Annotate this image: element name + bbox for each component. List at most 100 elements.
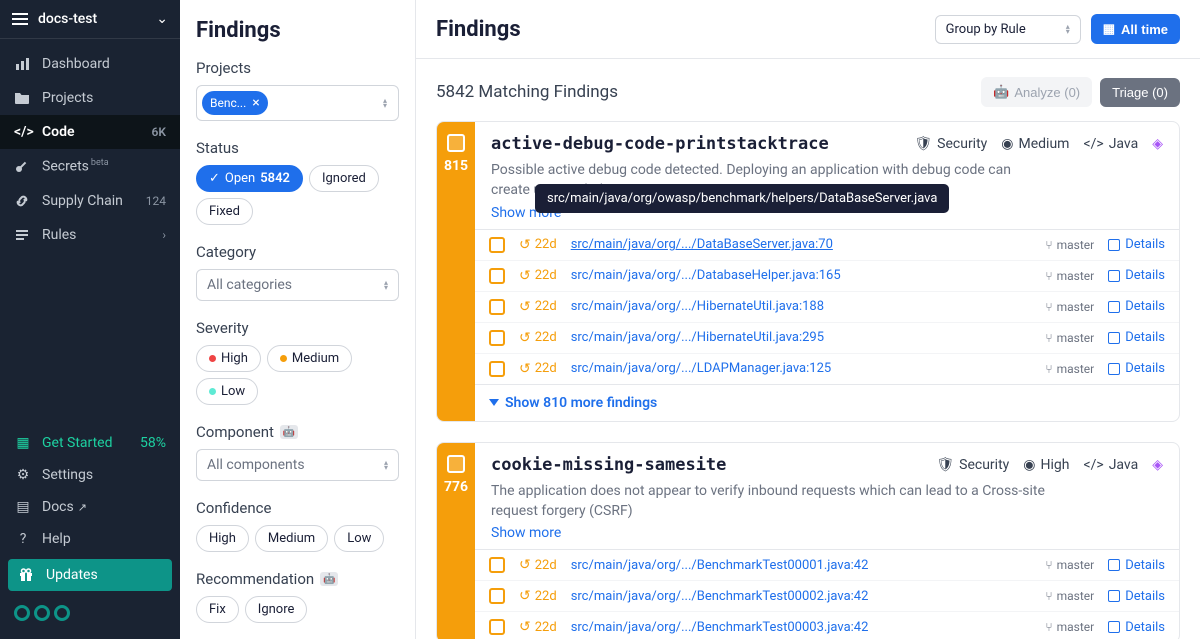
finding-checkbox[interactable] <box>447 134 465 152</box>
row-file-path[interactable]: src/main/java/org/.../HibernateUtil.java… <box>571 299 1046 314</box>
row-checkbox[interactable] <box>489 588 505 604</box>
select-placeholder: All components <box>207 457 305 473</box>
history-icon: ↺ <box>519 361 531 377</box>
row-checkbox[interactable] <box>489 237 505 253</box>
branch-icon: ⑂ <box>1045 269 1052 283</box>
code-icon: </> <box>1083 136 1103 152</box>
row-file-path[interactable]: src/main/java/org/.../LDAPManager.java:1… <box>571 361 1046 376</box>
box-icon <box>1108 559 1120 571</box>
rec-fix-chip[interactable]: Fix <box>196 596 239 623</box>
row-checkbox[interactable] <box>489 361 505 377</box>
hamburger-icon[interactable] <box>12 10 28 28</box>
row-checkbox[interactable] <box>489 268 505 284</box>
results-header: 5842 Matching Findings 🤖 Analyze (0) Tri… <box>436 77 1180 107</box>
row-checkbox[interactable] <box>489 330 505 346</box>
rec-ignore-chip[interactable]: Ignore <box>245 596 308 623</box>
row-checkbox[interactable] <box>489 619 505 635</box>
footer-docs[interactable]: ▤ Docs ↗ <box>0 491 180 523</box>
row-branch: ⑂master <box>1045 300 1094 314</box>
status-fixed-chip[interactable]: Fixed <box>196 198 253 225</box>
confidence-low-chip[interactable]: Low <box>334 525 384 552</box>
branch-icon: ⑂ <box>1045 589 1052 603</box>
projects-select[interactable]: Benc... × ▴▾ <box>196 85 399 121</box>
sidebar-footer: ▦ Get Started 58% ⚙ Settings ▤ Docs ↗ ? … <box>0 427 180 639</box>
branch-icon: ⑂ <box>1045 620 1052 634</box>
shield-icon: 🛡 <box>914 136 932 152</box>
finding-head: cookie-missing-samesite 🛡Security ◉High … <box>475 443 1179 550</box>
sidebar: docs-test ⌄ Dashboard Projects </> Code … <box>0 0 180 639</box>
chip-label: Ignored <box>322 171 366 186</box>
row-checkbox[interactable] <box>489 299 505 315</box>
row-file-path[interactable]: src/main/java/org/.../HibernateUtil.java… <box>571 330 1046 345</box>
group-by-select[interactable]: Group by Rule ▴▾ <box>935 15 1081 44</box>
row-age: 22d <box>535 589 557 604</box>
row-file-path[interactable]: src/main/java/org/.../DataBaseServer.jav… <box>571 237 1046 252</box>
finding-head: active-debug-code-printstacktrace 🛡Secur… <box>475 122 1179 229</box>
show-more-link[interactable]: Show more <box>491 525 561 541</box>
robot-icon: 🤖 <box>320 572 338 586</box>
confidence-medium-chip[interactable]: Medium <box>255 525 328 552</box>
analyze-button[interactable]: 🤖 Analyze (0) <box>981 77 1092 107</box>
finding-count: 776 <box>444 479 468 495</box>
row-file-path[interactable]: src/main/java/org/.../DatabaseHelper.jav… <box>571 268 1046 283</box>
external-link-icon: ↗ <box>78 501 87 514</box>
chevron-down-icon[interactable]: ⌄ <box>156 11 168 27</box>
all-time-button[interactable]: ▦ All time <box>1091 14 1180 44</box>
finding-checkbox[interactable] <box>447 455 465 473</box>
row-file-path[interactable]: src/main/java/org/.../BenchmarkTest00003… <box>571 620 1046 635</box>
nav-dashboard[interactable]: Dashboard <box>0 47 180 81</box>
dot-icon <box>209 355 216 362</box>
finding-meta: 🛡Security ◉Medium </>Java ◈ <box>914 136 1163 152</box>
component-select[interactable]: All components ▴▾ <box>196 449 399 481</box>
finding-row: ↺ 22d src/main/java/org/.../HibernateUti… <box>475 322 1179 353</box>
nav-code[interactable]: </> Code 6K <box>0 115 180 149</box>
severity-medium-chip[interactable]: Medium <box>267 345 352 372</box>
select-chevron-icon[interactable]: ▴▾ <box>383 98 393 108</box>
row-branch: ⑂master <box>1045 620 1094 634</box>
project-chip[interactable]: Benc... × <box>202 91 268 115</box>
chip-count: 5842 <box>260 171 290 186</box>
footer-help[interactable]: ? Help <box>0 523 180 555</box>
status-ignored-chip[interactable]: Ignored <box>309 165 379 192</box>
row-details-link[interactable]: Details <box>1108 330 1165 345</box>
footer-settings[interactable]: ⚙ Settings <box>0 459 180 491</box>
calendar-icon: ▦ <box>1103 21 1115 37</box>
row-details-link[interactable]: Details <box>1108 620 1165 635</box>
row-details-link[interactable]: Details <box>1108 237 1165 252</box>
row-file-path[interactable]: src/main/java/org/.../BenchmarkTest00001… <box>571 558 1046 573</box>
nav-rules[interactable]: Rules › <box>0 218 180 252</box>
nav-projects[interactable]: Projects <box>0 81 180 115</box>
row-details-link[interactable]: Details <box>1108 299 1165 314</box>
sidebar-header[interactable]: docs-test ⌄ <box>0 0 180 39</box>
footer-updates[interactable]: Updates <box>8 559 172 591</box>
branch-icon: ⑂ <box>1045 238 1052 252</box>
triage-button[interactable]: Triage (0) <box>1100 78 1180 107</box>
list-icon <box>14 228 32 242</box>
show-more-findings[interactable]: Show 810 more findings <box>475 384 1179 421</box>
confidence-high-chip[interactable]: High <box>196 525 249 552</box>
finding-count: 815 <box>444 158 468 174</box>
finding-card: 815 active-debug-code-printstacktrace 🛡S… <box>436 121 1180 422</box>
severity-low-chip[interactable]: Low <box>196 378 258 405</box>
row-details-link[interactable]: Details <box>1108 558 1165 573</box>
footer-get-started[interactable]: ▦ Get Started 58% <box>0 427 180 459</box>
chip-remove-icon[interactable]: × <box>252 95 259 111</box>
row-details-link[interactable]: Details <box>1108 361 1165 376</box>
filter-component-label: Component🤖 <box>196 423 399 441</box>
filter-confidence-label: Confidence <box>196 499 399 517</box>
select-chevron-icon: ▴▾ <box>384 460 388 470</box>
severity-high-chip[interactable]: High <box>196 345 261 372</box>
filter-status-label: Status <box>196 139 399 157</box>
finding-meta: 🛡Security ◉High </>Java ◈ <box>936 457 1163 473</box>
dot-icon <box>209 388 216 395</box>
row-details-link[interactable]: Details <box>1108 268 1165 283</box>
row-details-link[interactable]: Details <box>1108 589 1165 604</box>
chip-label: Ignore <box>258 602 295 617</box>
status-open-chip[interactable]: ✓ Open 5842 <box>196 165 303 192</box>
nav-secrets[interactable]: Secretsbeta <box>0 149 180 184</box>
main: Findings Group by Rule ▴▾ ▦ All time 584… <box>416 0 1200 639</box>
nav-supply-chain[interactable]: Supply Chain 124 <box>0 184 180 218</box>
row-file-path[interactable]: src/main/java/org/.../BenchmarkTest00002… <box>571 589 1046 604</box>
row-checkbox[interactable] <box>489 557 505 573</box>
category-select[interactable]: All categories ▴▾ <box>196 269 399 301</box>
